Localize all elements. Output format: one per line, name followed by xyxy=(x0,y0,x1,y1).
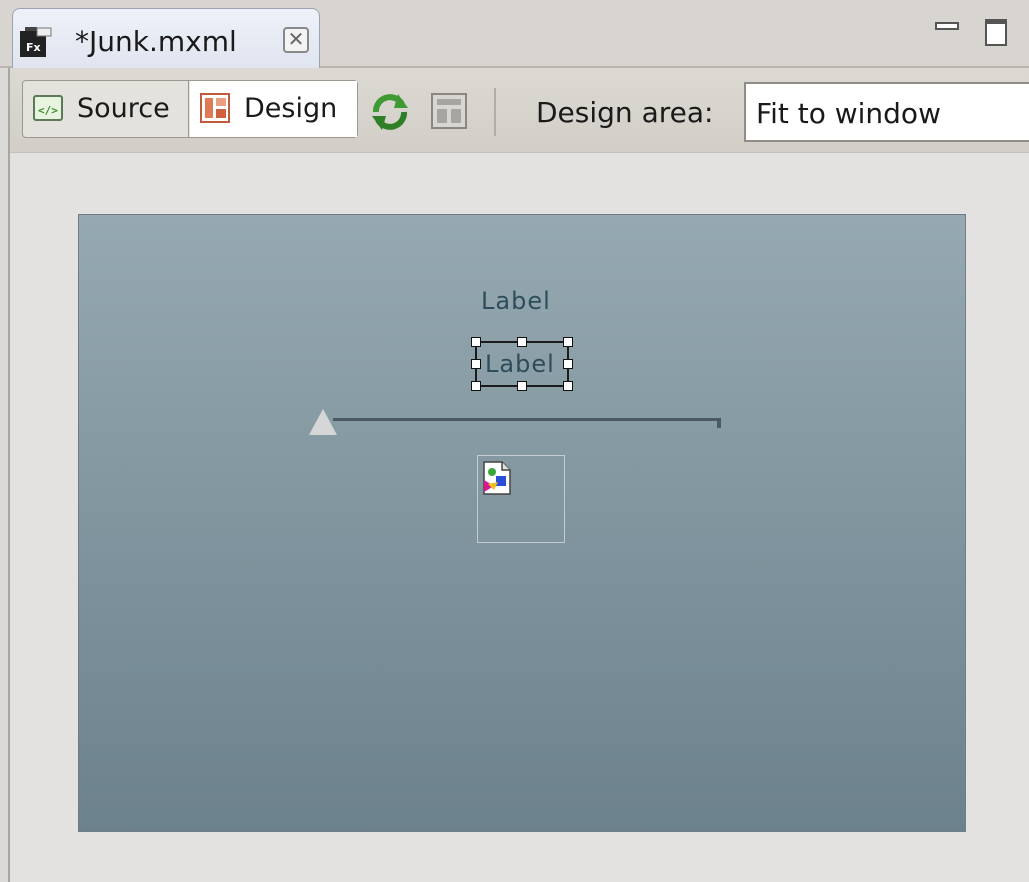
editor-tab-strip: Fx *Junk.mxml ✕ xyxy=(0,0,1029,70)
svg-text:</>: </> xyxy=(38,104,58,117)
resize-handle-top-left[interactable] xyxy=(471,337,481,347)
design-editor-window: Fx *Junk.mxml ✕ </> Source Design Design… xyxy=(0,0,1029,882)
editor-body: </> Source Design Design area: Fit to wi… xyxy=(8,68,1029,882)
resize-handle-bottom[interactable] xyxy=(517,381,527,391)
design-layout-icon xyxy=(200,93,230,123)
selected-label-text: Label xyxy=(485,350,555,378)
resize-handle-right[interactable] xyxy=(563,359,573,369)
design-area-label: Design area: xyxy=(536,96,714,129)
source-mode-button[interactable]: </> Source xyxy=(23,81,189,137)
hslider-thumb[interactable] xyxy=(309,409,337,435)
close-icon[interactable]: ✕ xyxy=(283,27,309,53)
design-mode-label: Design xyxy=(244,93,338,124)
design-area-value: Fit to window xyxy=(756,97,941,130)
broken-image-icon xyxy=(483,461,511,495)
design-canvas[interactable]: Label Label xyxy=(78,214,966,832)
canvas-label[interactable]: Label xyxy=(481,287,551,315)
resize-handle-top-right[interactable] xyxy=(563,337,573,347)
view-mode-switcher: </> Source Design xyxy=(22,80,358,138)
resize-handle-bottom-left[interactable] xyxy=(471,381,481,391)
refresh-icon[interactable] xyxy=(368,90,412,134)
source-code-icon: </> xyxy=(33,95,63,121)
resize-handle-left[interactable] xyxy=(471,359,481,369)
image-component[interactable] xyxy=(477,455,565,543)
svg-text:Fx: Fx xyxy=(26,41,41,54)
resize-handle-top[interactable] xyxy=(517,337,527,347)
design-toolbar: </> Source Design Design area: Fit to wi… xyxy=(10,68,1029,153)
maximize-icon[interactable] xyxy=(980,16,1010,46)
toolbar-separator xyxy=(494,88,496,136)
resize-handle-bottom-right[interactable] xyxy=(563,381,573,391)
editor-tab-label: *Junk.mxml xyxy=(75,25,237,58)
minimize-icon[interactable] xyxy=(930,16,960,46)
selected-canvas-label[interactable]: Label xyxy=(471,337,573,391)
editor-tab-junk-mxml[interactable]: Fx *Junk.mxml ✕ xyxy=(12,8,320,70)
layout-icon[interactable] xyxy=(430,92,470,132)
design-area-select[interactable]: Fit to window xyxy=(744,82,1029,142)
fx-file-icon: Fx xyxy=(20,27,52,57)
design-mode-button[interactable]: Design xyxy=(190,81,357,137)
hslider-track[interactable] xyxy=(333,418,721,428)
source-mode-label: Source xyxy=(77,93,170,124)
